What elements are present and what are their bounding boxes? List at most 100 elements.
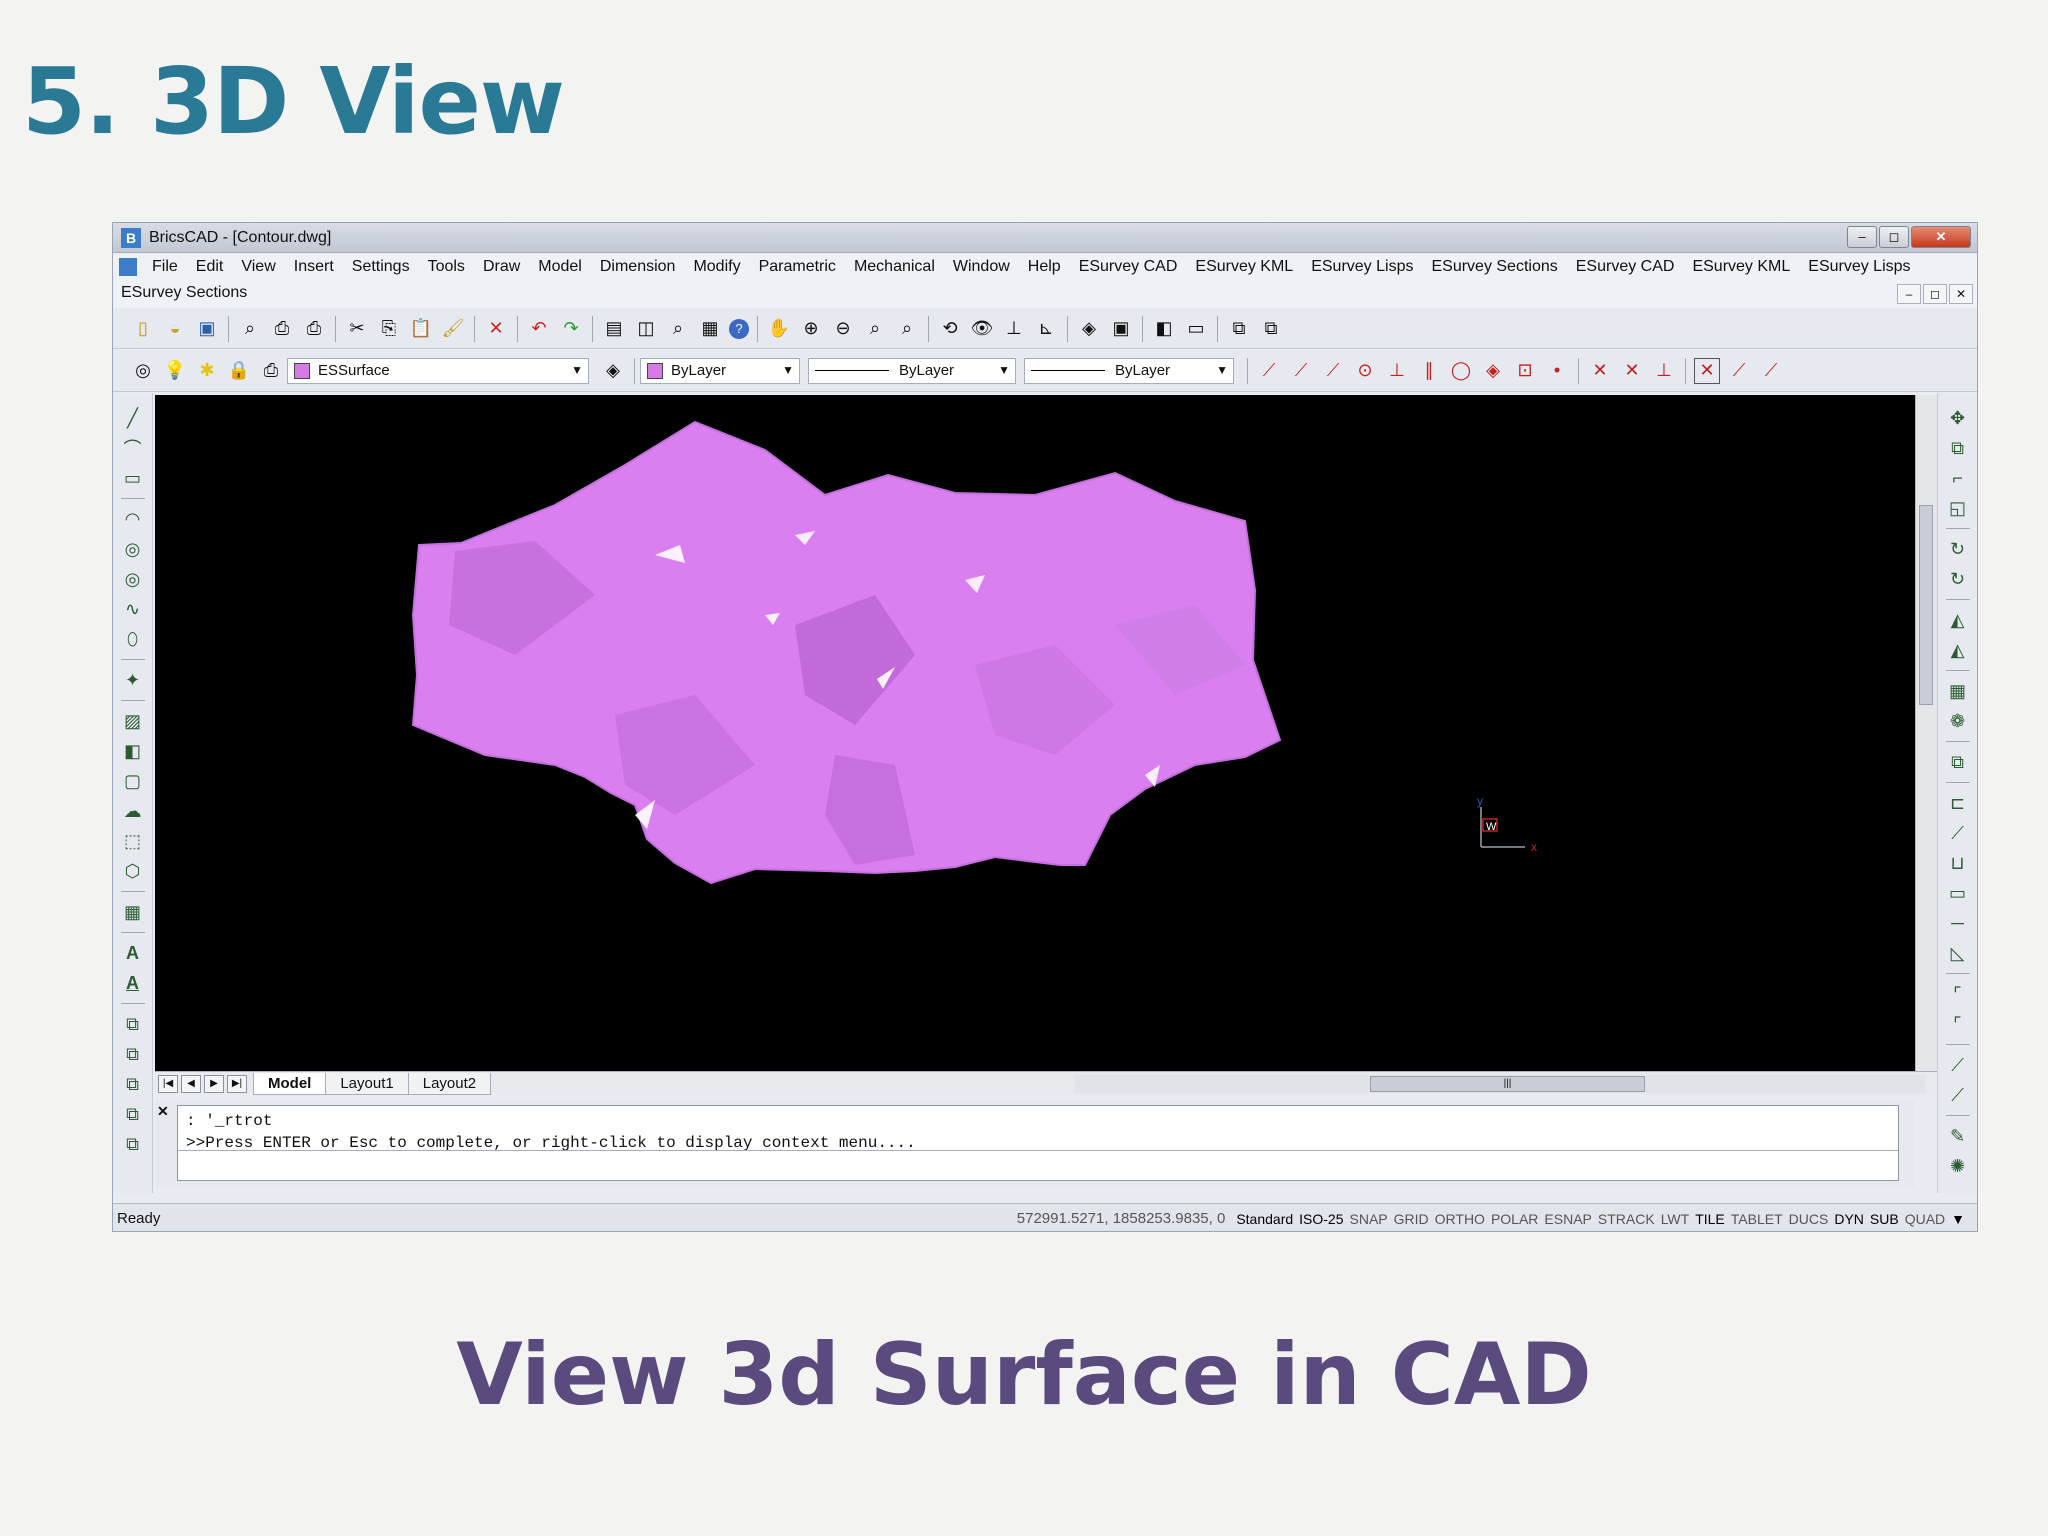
offset-icon[interactable]: ⌐: [1945, 465, 1971, 491]
layer-print-icon[interactable]: ⎙: [258, 358, 284, 384]
table-icon[interactable]: ▦: [120, 899, 146, 925]
lengthen-icon[interactable]: ─: [1945, 910, 1971, 936]
menu-item-esurvey-lisps[interactable]: ESurvey Lisps: [1799, 258, 1919, 276]
last-tab-button[interactable]: ▶|: [227, 1074, 247, 1093]
menu-item-esurvey-sections-2[interactable]: ESurvey Sections: [113, 280, 1977, 306]
zoom-in-icon[interactable]: ⊕: [798, 316, 824, 342]
menu-item-esurvey-cad[interactable]: ESurvey CAD: [1070, 258, 1187, 276]
snap-nearest-icon[interactable]: ⊥: [1651, 358, 1677, 384]
ellipse-icon[interactable]: ⬯: [120, 626, 146, 652]
copy-icon[interactable]: ⎘: [376, 316, 402, 342]
ucs-icon[interactable]: ⊥: [1001, 316, 1027, 342]
first-tab-button[interactable]: |◀: [158, 1074, 178, 1093]
polyline-icon[interactable]: ⌒: [120, 435, 146, 461]
snap-apparent-icon[interactable]: ✕: [1587, 358, 1613, 384]
linetype-dropdown[interactable]: ByLayer ▼: [808, 357, 1016, 384]
delete-icon[interactable]: ✕: [483, 316, 509, 342]
extend-icon[interactable]: ⟋: [1945, 820, 1971, 846]
menu-item-edit[interactable]: Edit: [187, 258, 233, 276]
help-icon[interactable]: ?: [729, 318, 749, 339]
status-toggle-dyn[interactable]: DYN: [1834, 1211, 1864, 1227]
layer-freeze-icon[interactable]: ✱: [194, 358, 220, 384]
mirror-icon[interactable]: ◭: [1945, 607, 1971, 633]
status-toggle-standard[interactable]: Standard: [1236, 1211, 1293, 1227]
prev-tab-button[interactable]: ◀: [181, 1074, 201, 1093]
status-toggle-quad[interactable]: QUAD: [1905, 1211, 1945, 1227]
rectangle-icon[interactable]: ▭: [120, 465, 146, 491]
status-menu-chevron-icon[interactable]: ▼: [1951, 1211, 1965, 1227]
snap-center-icon[interactable]: ⊙: [1352, 358, 1378, 384]
revision-cloud-icon[interactable]: ☁: [120, 798, 146, 824]
layers-icon[interactable]: ▦: [697, 316, 723, 342]
snap-quadrant-icon[interactable]: ◈: [1480, 358, 1506, 384]
measure-icon[interactable]: ⟋: [1945, 1052, 1971, 1078]
scale-icon[interactable]: ⧉: [1945, 749, 1971, 775]
cut-icon[interactable]: ✂: [344, 316, 370, 342]
status-toggle-iso-25[interactable]: ISO-25: [1299, 1211, 1343, 1227]
chamfer-icon[interactable]: ◺: [1945, 940, 1971, 966]
polar-array-icon[interactable]: ❁: [1945, 708, 1971, 734]
zoom-out-icon[interactable]: ⊖: [830, 316, 856, 342]
design-center-icon[interactable]: ⌕: [665, 316, 691, 342]
menu-item-esurvey-sections[interactable]: ESurvey Sections: [1422, 258, 1566, 276]
image-attach-icon[interactable]: ⧉: [120, 1101, 146, 1127]
blocks-icon[interactable]: ⧉: [1226, 316, 1252, 342]
hatch-icon[interactable]: ▨: [120, 708, 146, 734]
viewports-icon[interactable]: ◧: [1151, 316, 1177, 342]
zoom-extents-icon[interactable]: ⌕: [894, 316, 920, 342]
menu-item-insert[interactable]: Insert: [285, 258, 343, 276]
pan-icon[interactable]: ✋: [766, 316, 792, 342]
status-toggle-strack[interactable]: STRACK: [1598, 1211, 1655, 1227]
model-viewport[interactable]: W x y: [155, 395, 1915, 1071]
tab-model[interactable]: Model: [253, 1072, 327, 1095]
explorer-icon[interactable]: ◫: [633, 316, 659, 342]
snap-endpoint-icon[interactable]: ⟋: [1256, 358, 1282, 384]
doc-restore-button[interactable]: ◻: [1923, 284, 1947, 304]
zoom-window-icon[interactable]: ⌕: [862, 316, 888, 342]
3d-view-icon[interactable]: ◈: [1076, 316, 1102, 342]
snap-intersection-icon[interactable]: ⟋: [1320, 358, 1346, 384]
attach-icon[interactable]: ⧉: [120, 1041, 146, 1067]
region-icon[interactable]: ◧: [120, 738, 146, 764]
menu-item-window[interactable]: Window: [944, 258, 1019, 276]
break-icon[interactable]: ⊔: [1945, 850, 1971, 876]
snap-perpendicular-icon[interactable]: ⊥: [1384, 358, 1410, 384]
status-toggle-grid[interactable]: GRID: [1394, 1211, 1429, 1227]
insert-block-icon[interactable]: ⧉: [120, 1011, 146, 1037]
menu-item-help[interactable]: Help: [1019, 258, 1070, 276]
snap-toggle-icon[interactable]: ⟋: [1758, 358, 1784, 384]
snap-insertion-icon[interactable]: ⊡: [1512, 358, 1538, 384]
redo-icon[interactable]: ↷: [558, 316, 584, 342]
restore-button[interactable]: ◻: [1879, 226, 1909, 248]
explode-icon[interactable]: ✺: [1945, 1153, 1971, 1179]
close-icon[interactable]: ✕: [157, 1103, 169, 1120]
print-preview-icon[interactable]: ⌕: [237, 316, 263, 342]
horizontal-scrollbar[interactable]: |||: [1075, 1075, 1925, 1093]
status-toggle-tablet[interactable]: TABLET: [1731, 1211, 1783, 1227]
xref-icon[interactable]: ⧉: [1258, 316, 1284, 342]
minimize-button[interactable]: –: [1847, 226, 1877, 248]
print-icon[interactable]: ⎙: [269, 316, 295, 342]
line-icon[interactable]: ╱: [120, 405, 146, 431]
vertical-scroll-thumb[interactable]: [1919, 505, 1933, 705]
menu-item-dimension[interactable]: Dimension: [591, 258, 685, 276]
boundary-icon[interactable]: ▢: [120, 768, 146, 794]
plot-icon[interactable]: ⎙: [301, 316, 327, 342]
join-icon[interactable]: ▭: [1945, 880, 1971, 906]
layer-dropdown[interactable]: ESSurface ▼: [287, 357, 589, 384]
snap-extension-icon[interactable]: ✕: [1619, 358, 1645, 384]
document-icon[interactable]: [119, 258, 137, 276]
menu-item-view[interactable]: View: [232, 258, 284, 276]
vertical-scrollbar[interactable]: [1915, 395, 1937, 1071]
snap-node-icon[interactable]: •: [1544, 358, 1570, 384]
spline-icon[interactable]: ∿: [120, 596, 146, 622]
layer-manager-icon[interactable]: ◎: [130, 358, 156, 384]
menu-item-draw[interactable]: Draw: [474, 258, 529, 276]
open-icon[interactable]: ◒: [162, 316, 188, 342]
next-tab-button[interactable]: ▶: [204, 1074, 224, 1093]
donut-icon[interactable]: ◎: [120, 566, 146, 592]
save-icon[interactable]: ▣: [194, 316, 220, 342]
lineweight-dropdown[interactable]: ByLayer ▼: [1024, 357, 1234, 384]
status-toggle-tile[interactable]: TILE: [1695, 1211, 1725, 1227]
menu-item-modify[interactable]: Modify: [684, 258, 749, 276]
